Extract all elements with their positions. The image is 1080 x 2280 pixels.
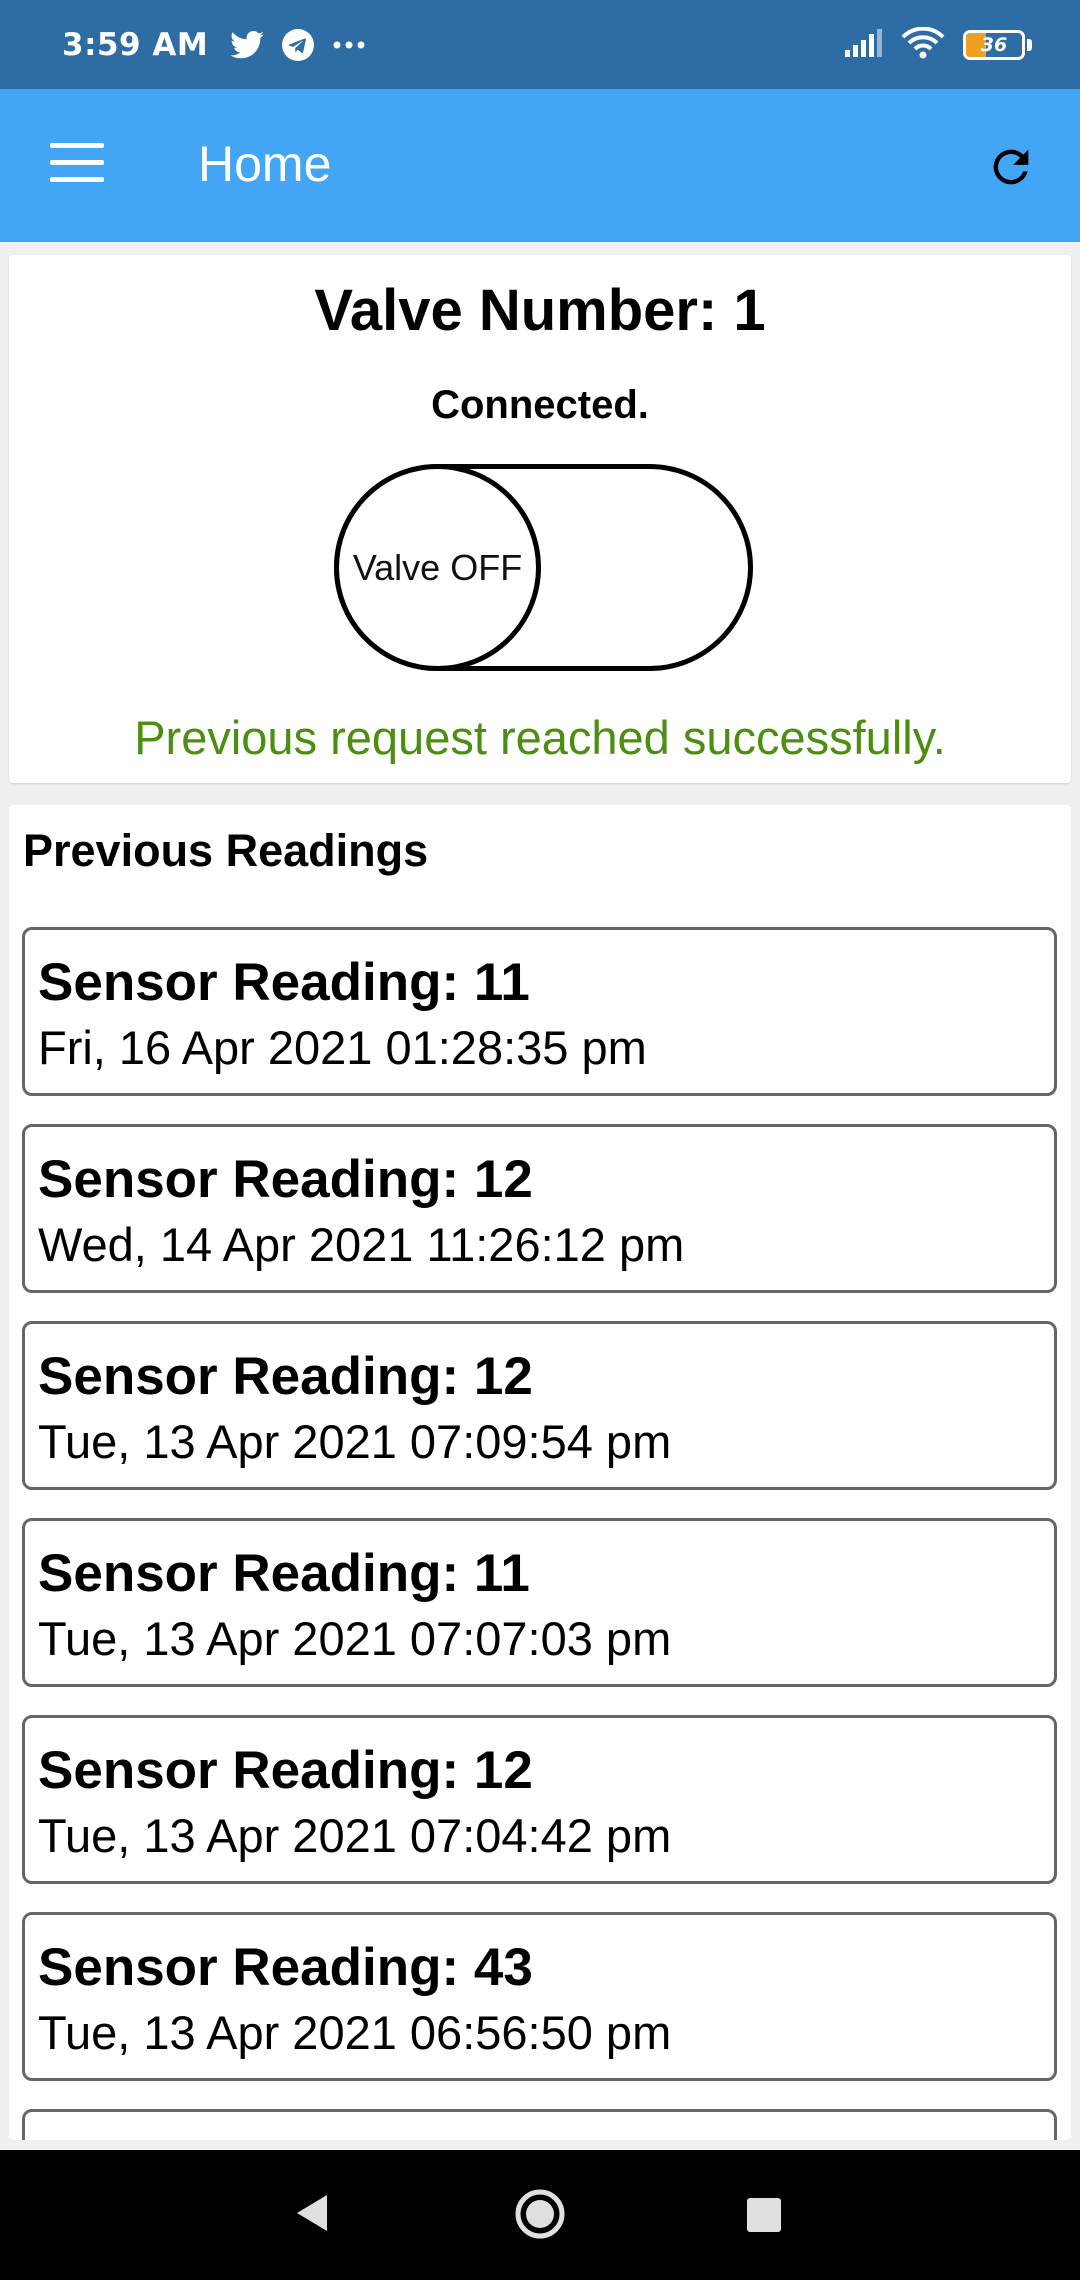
status-time: 3:59 AM xyxy=(62,26,209,63)
valve-toggle-knob[interactable]: Valve OFF xyxy=(334,464,541,671)
twitter-icon xyxy=(230,30,265,59)
reading-value: Sensor Reading: 12 xyxy=(38,1150,533,1209)
reading-value: Sensor Reading: 12 xyxy=(38,1741,533,1800)
reading-item[interactable] xyxy=(22,2109,1057,2140)
valve-title: Valve Number: 1 xyxy=(314,278,766,343)
status-bar: 3:59 AM 36 xyxy=(0,0,1080,89)
connection-status: Connected. xyxy=(431,383,649,427)
reading-timestamp: Tue, 13 Apr 2021 07:07:03 pm xyxy=(38,1612,672,1665)
reading-timestamp: Tue, 13 Apr 2021 07:04:42 pm xyxy=(38,1809,672,1862)
battery-cap xyxy=(1027,38,1032,51)
back-icon[interactable] xyxy=(295,2193,329,2237)
reading-item[interactable]: Sensor Reading: 12 Tue, 13 Apr 2021 07:0… xyxy=(22,1321,1057,1490)
page-title: Home xyxy=(198,136,332,192)
reading-timestamp: Tue, 13 Apr 2021 06:56:50 pm xyxy=(38,2006,672,2059)
previous-readings-title: Previous Readings xyxy=(23,825,429,876)
reading-value: Sensor Reading: 12 xyxy=(38,1347,533,1406)
reading-timestamp: Wed, 14 Apr 2021 11:26:12 pm xyxy=(38,1218,685,1271)
reading-item[interactable]: Sensor Reading: 11 Tue, 13 Apr 2021 07:0… xyxy=(22,1518,1057,1687)
valve-toggle-label: Valve OFF xyxy=(352,546,523,588)
reading-timestamp: Tue, 13 Apr 2021 07:09:54 pm xyxy=(38,1415,672,1468)
valve-card: Valve Number: 1 Connected. Valve OFF Pre… xyxy=(9,255,1071,783)
reading-value: Sensor Reading: 11 xyxy=(38,1544,530,1603)
reading-timestamp: Fri, 16 Apr 2021 01:28:35 pm xyxy=(38,1021,647,1074)
reading-value: Sensor Reading: 43 xyxy=(38,1938,533,1997)
request-status-message: Previous request reached successfully. xyxy=(134,711,946,764)
reading-value: Sensor Reading: 11 xyxy=(38,953,530,1012)
notification-icons xyxy=(230,28,366,61)
valve-toggle[interactable]: Valve OFF xyxy=(334,464,753,671)
telegram-icon xyxy=(282,28,315,61)
battery-icon: 36 xyxy=(963,29,1025,60)
battery-level: 36 xyxy=(980,33,1008,56)
wifi-icon xyxy=(901,26,945,63)
reading-item[interactable]: Sensor Reading: 12 Tue, 13 Apr 2021 07:0… xyxy=(22,1715,1057,1884)
reading-item[interactable]: Sensor Reading: 11 Fri, 16 Apr 2021 01:2… xyxy=(22,927,1057,1096)
system-nav-bar xyxy=(0,2150,1080,2280)
home-icon[interactable] xyxy=(514,2188,566,2244)
menu-icon[interactable] xyxy=(50,143,104,185)
refresh-icon[interactable] xyxy=(985,141,1037,193)
reading-item[interactable]: Sensor Reading: 43 Tue, 13 Apr 2021 06:5… xyxy=(22,1912,1057,2081)
reading-item[interactable]: Sensor Reading: 12 Wed, 14 Apr 2021 11:2… xyxy=(22,1124,1057,1293)
previous-readings-card: Previous Readings Sensor Reading: 11 Fri… xyxy=(9,805,1071,2140)
app-bar: Home xyxy=(0,89,1080,242)
recents-icon[interactable] xyxy=(747,2198,781,2232)
signal-icon xyxy=(843,28,883,62)
readings-list: Sensor Reading: 11 Fri, 16 Apr 2021 01:2… xyxy=(22,927,1057,2140)
more-icon xyxy=(332,40,366,50)
